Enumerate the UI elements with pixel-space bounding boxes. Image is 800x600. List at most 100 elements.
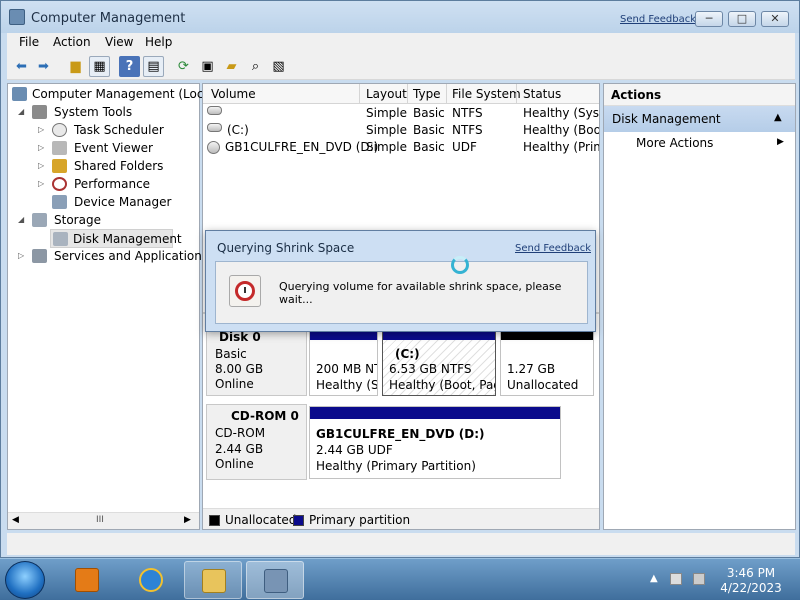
disk-0-label[interactable]: Disk 0 Basic 8.00 GB Online	[206, 327, 307, 396]
action-center-icon[interactable]	[670, 573, 682, 585]
volume-type: Basic	[413, 140, 445, 154]
menu-file[interactable]: File	[19, 35, 39, 49]
show-hide-tree-icon[interactable]: ▦	[89, 56, 110, 77]
taskbar-clock[interactable]: 3:46 PM 4/22/2023	[712, 566, 790, 596]
volume-row[interactable]: GB1CULFRE_EN_DVD (D:) Simple Basic UDF H…	[203, 139, 599, 156]
start-button[interactable]	[5, 561, 45, 599]
partition-name: GB1CULFRE_EN_DVD (D:)	[316, 427, 485, 441]
partition-status: Healthy (S	[316, 378, 378, 392]
clock-icon	[52, 123, 67, 137]
scroll-left-icon[interactable]: ◀	[12, 515, 19, 525]
volume-name: (C:)	[227, 123, 249, 137]
volume-name: GB1CULFRE_EN_DVD (D:)	[225, 140, 379, 154]
show-hide-action-pane-icon[interactable]: ▤	[143, 56, 164, 77]
partition-status: Healthy (Primary Partition)	[316, 459, 476, 473]
taskbar-windows-explorer[interactable]	[184, 561, 242, 599]
legend-primary-partition: Primary partition	[309, 513, 411, 527]
disk-state: Online	[215, 377, 254, 391]
taskbar-computer-management[interactable]	[246, 561, 304, 599]
up-folder-icon[interactable]: ▆	[65, 56, 86, 77]
column-header-volume[interactable]: Volume	[211, 87, 256, 101]
menu-help[interactable]: Help	[145, 35, 172, 49]
column-header-status[interactable]: Status	[523, 87, 561, 101]
querying-shrink-space-dialog[interactable]: Querying Shrink Space Send Feedback Quer…	[205, 230, 596, 332]
volume-file-system: NTFS	[452, 106, 483, 120]
network-icon[interactable]	[693, 573, 705, 585]
legend: Unallocated Primary partition	[203, 508, 599, 529]
menu-view[interactable]: View	[105, 35, 133, 49]
scroll-grip[interactable]: III	[96, 515, 104, 525]
partition-c-drive[interactable]: (C:) 6.53 GB NTFS Healthy (Boot, Page	[382, 327, 496, 396]
disk-kind: CD-ROM	[215, 426, 266, 440]
taskbar-media-player[interactable]	[58, 561, 116, 599]
performance-icon	[52, 177, 67, 191]
disk-name: Disk 0	[219, 330, 261, 344]
partition-size: 200 MB NT	[316, 362, 378, 376]
collapsed-arrow-icon[interactable]: ▷	[38, 179, 44, 188]
menu-action[interactable]: Action	[53, 35, 91, 49]
column-header-layout[interactable]: Layout	[366, 87, 407, 101]
busy-spinner-icon	[451, 256, 469, 274]
disk-size: 2.44 GB	[215, 442, 264, 456]
partition-unallocated[interactable]: 1.27 GB Unallocated	[500, 327, 594, 396]
tree-item-label: Shared Folders	[74, 159, 164, 173]
dvd-drive-icon	[207, 141, 220, 154]
partition-status: Healthy (Boot, Page	[389, 378, 495, 392]
tree-item-label: Services and Applications	[54, 249, 209, 263]
collapsed-arrow-icon[interactable]: ▷	[38, 125, 44, 134]
volume-status: Healthy (Syste	[523, 106, 599, 120]
collapsed-arrow-icon[interactable]: ▷	[38, 161, 44, 170]
media-player-icon	[75, 568, 99, 592]
disk-size: 8.00 GB	[215, 362, 264, 376]
export-icon[interactable]: ▧	[268, 56, 289, 77]
disk-management-icon	[53, 232, 68, 246]
computer-management-icon	[264, 569, 288, 593]
search-icon[interactable]: ⌕	[245, 56, 266, 77]
window-title: Computer Management	[31, 11, 186, 26]
dialog-send-feedback-link[interactable]: Send Feedback	[515, 243, 591, 254]
collapsed-arrow-icon[interactable]: ▷	[18, 251, 24, 260]
cdrom-0-label[interactable]: CD-ROM 0 CD-ROM 2.44 GB Online	[206, 404, 307, 480]
scroll-right-icon[interactable]: ▶	[184, 515, 191, 525]
tree-item-disk-management[interactable]: Disk Management	[50, 229, 182, 248]
actions-title: Actions	[611, 88, 662, 102]
column-header-type[interactable]: Type	[413, 87, 441, 101]
expanded-arrow-icon[interactable]: ◢	[18, 215, 24, 224]
collapse-icon[interactable]: ▲	[774, 112, 782, 123]
back-icon[interactable]: ⬅	[11, 56, 32, 77]
volume-row[interactable]: (C:) Simple Basic NTFS Healthy (Boot,	[203, 122, 599, 139]
tree-item-label: Computer Management (Local	[32, 87, 215, 101]
toolbar: ⬅ ➡ ▆ ▦ ? ▤ ⟳ ▣ ▰ ⌕ ▧	[7, 53, 795, 80]
properties-icon[interactable]: ▣	[197, 56, 218, 77]
forward-icon[interactable]: ➡	[33, 56, 54, 77]
minimize-button[interactable]: ─	[695, 11, 723, 27]
help-icon[interactable]: ?	[119, 56, 140, 77]
partition-dvd[interactable]: GB1CULFRE_EN_DVD (D:) 2.44 GB UDF Health…	[309, 406, 561, 479]
tree-item-label: Device Manager	[74, 195, 172, 209]
submenu-arrow-icon: ▶	[777, 137, 784, 147]
tree-horizontal-scrollbar[interactable]: ◀ III ▶	[8, 512, 199, 529]
actions-section-disk-management[interactable]: Disk Management ▲	[604, 106, 795, 132]
navigation-tree: Computer Management (Local ◢ System Tool…	[7, 83, 214, 530]
disk-name: CD-ROM 0	[231, 409, 299, 423]
send-feedback-link[interactable]: Send Feedback	[620, 14, 696, 25]
open-icon[interactable]: ▰	[221, 56, 242, 77]
volume-list-header: Volume Layout Type File System Status	[203, 84, 599, 104]
partition-system-reserved[interactable]: 200 MB NT Healthy (S	[309, 327, 378, 396]
more-actions-item[interactable]: More Actions ▶	[604, 134, 795, 152]
show-hidden-icons-icon[interactable]: ▲	[650, 573, 662, 585]
volume-layout: Simple	[366, 123, 407, 137]
taskbar-internet-explorer[interactable]	[122, 561, 180, 599]
expanded-arrow-icon[interactable]: ◢	[18, 107, 24, 116]
drive-icon	[207, 106, 222, 115]
refresh-icon[interactable]: ⟳	[173, 56, 194, 77]
volume-row[interactable]: Simple Basic NTFS Healthy (Syste	[203, 105, 599, 122]
partition-size: 2.44 GB UDF	[316, 443, 393, 457]
title-bar[interactable]: Computer Management Send Feedback ─ □ ✕	[1, 1, 799, 33]
column-header-file-system[interactable]: File System	[452, 87, 521, 101]
close-button[interactable]: ✕	[761, 11, 789, 27]
tools-icon	[32, 105, 47, 119]
maximize-button[interactable]: □	[728, 11, 756, 27]
collapsed-arrow-icon[interactable]: ▷	[38, 143, 44, 152]
services-icon	[32, 249, 47, 263]
